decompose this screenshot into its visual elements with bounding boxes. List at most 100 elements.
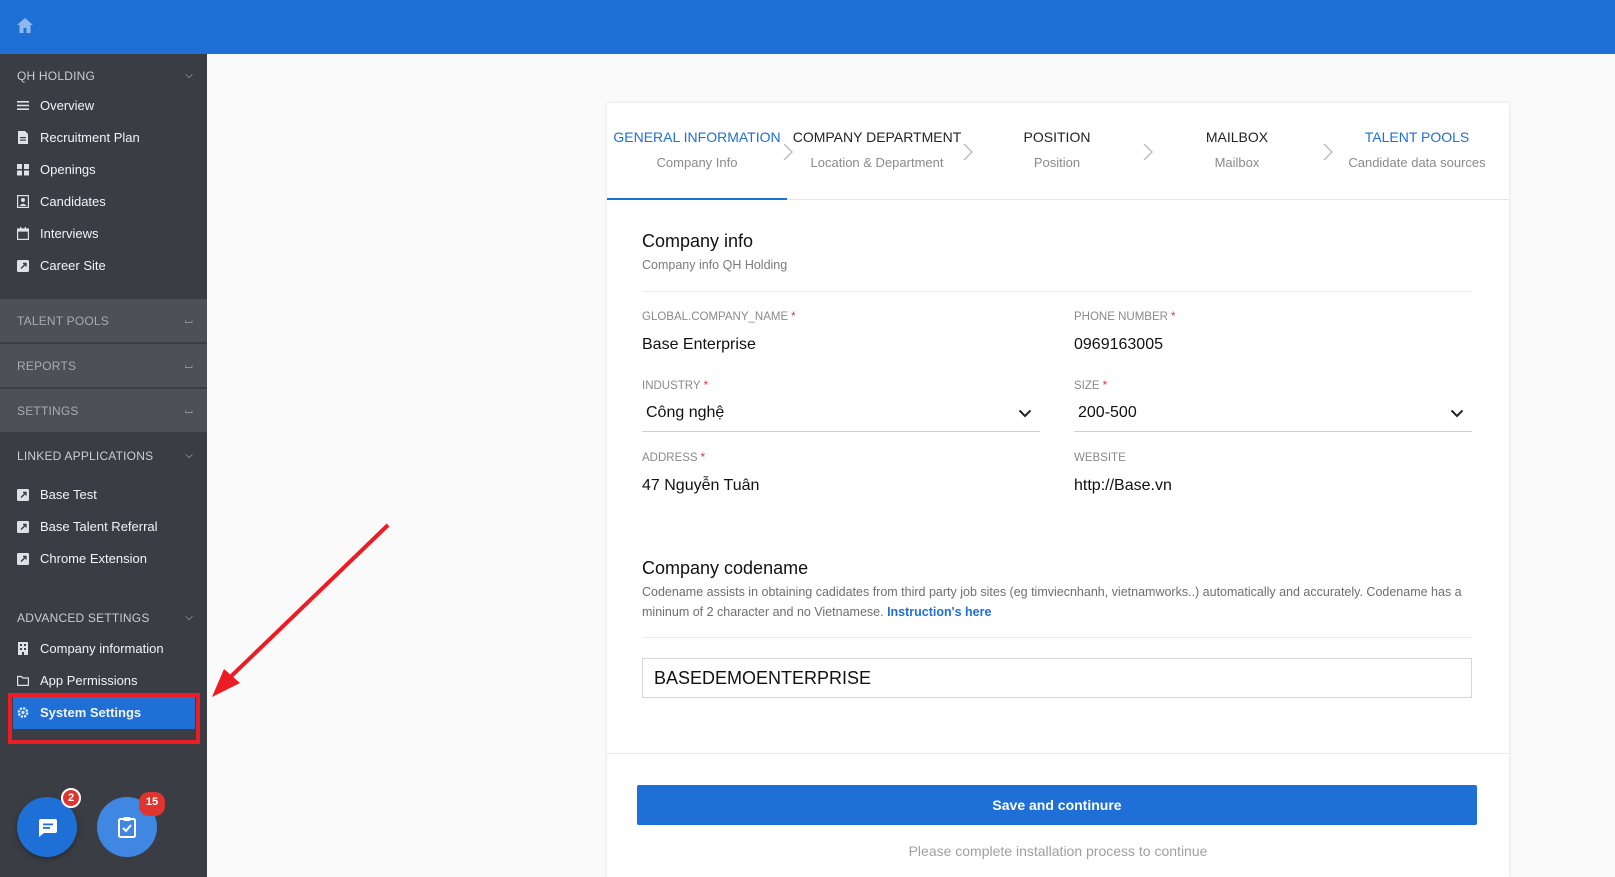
step-title: TALENT POOLS (1364, 129, 1470, 145)
required-marker: * (700, 452, 706, 464)
required-marker: * (703, 380, 709, 392)
sidebar-item-career-site[interactable]: Career Site (0, 250, 207, 282)
sidebar-item-label: Interviews (40, 226, 99, 241)
chevron-down-icon (1450, 409, 1464, 418)
sidebar-item-chrome-extension[interactable]: Chrome Extension (0, 543, 207, 575)
sidebar-section-linked-applications[interactable]: LINKED APPLICATIONS ⌵ (0, 434, 207, 478)
chevron-down-icon: ⌵ (185, 450, 193, 461)
description-text: Codename assists in obtaining cadidates … (642, 585, 1462, 619)
step-mailbox[interactable]: MAILBOX Mailbox (1147, 103, 1327, 200)
gear-icon (17, 707, 29, 718)
external-link-icon (17, 553, 29, 565)
sidebar-item-recruitment-plan[interactable]: Recruitment Plan (0, 122, 207, 154)
website-field[interactable]: http://Base.vn (1074, 477, 1172, 495)
instruction-link[interactable]: Instruction's here (887, 605, 991, 619)
website-label: WEBSITE (1074, 452, 1126, 464)
chevron-down-icon (1018, 409, 1032, 418)
divider (642, 291, 1472, 292)
section-label: ADVANCED SETTINGS (17, 611, 150, 625)
completion-note: Please complete installation process to … (908, 843, 1208, 859)
folder-icon (17, 675, 29, 686)
sidebar-item-company-information[interactable]: Company information (0, 633, 207, 665)
sidebar-item-openings[interactable]: Openings (0, 154, 207, 186)
label-text: GLOBAL.COMPANY_NAME (642, 311, 789, 323)
sidebar-item-label: Overview (40, 98, 95, 113)
phone-number-label: PHONE NUMBER * (1074, 311, 1175, 323)
sidebar-item-label: Candidates (40, 194, 106, 209)
external-link-icon (17, 489, 29, 501)
annotation-arrow (212, 523, 390, 697)
industry-select[interactable]: Công nghệ (642, 396, 1040, 432)
step-title: COMPANY DEPARTMENT (792, 129, 962, 145)
sidebar-item-label: Company information (40, 641, 164, 656)
sidebar-item-label: Base Talent Referral (40, 519, 158, 534)
size-label: SIZE * (1074, 380, 1107, 392)
step-subtitle: Location & Department (810, 155, 944, 170)
section-label: SETTINGS (17, 404, 79, 418)
sidebar-section-talent-pools[interactable]: TALENT POOLS ⌴ (0, 299, 207, 343)
step-position[interactable]: POSITION Position (967, 103, 1147, 200)
list-icon (17, 101, 29, 110)
external-link-icon (17, 260, 29, 272)
required-marker: * (1102, 380, 1108, 392)
sidebar-section-settings[interactable]: SETTINGS ⌴ (0, 389, 207, 433)
sidebar-item-system-settings[interactable]: System Settings (13, 697, 195, 729)
home-icon[interactable] (16, 17, 34, 35)
company-info-subtitle: Company info QH Holding (642, 258, 788, 272)
industry-label: INDUSTRY * (642, 380, 708, 392)
step-company-department[interactable]: COMPANY DEPARTMENT Location & Department (787, 103, 967, 200)
footer-divider (607, 753, 1509, 754)
top-bar (0, 0, 1615, 54)
tasks-badge: 15 (139, 792, 165, 816)
save-and-continue-button[interactable]: Save and continure (637, 785, 1477, 825)
grid-icon (17, 164, 29, 176)
company-codename-title: Company codename (642, 558, 809, 578)
sidebar-item-label: Career Site (40, 258, 106, 273)
sidebar-item-base-test[interactable]: Base Test (0, 479, 207, 511)
chat-badge: 2 (61, 788, 81, 808)
label-text: PHONE NUMBER (1074, 311, 1168, 323)
chevron-up-icon: ⌴ (184, 315, 193, 326)
industry-value: Công nghệ (646, 404, 725, 421)
size-select[interactable]: 200-500 (1074, 396, 1472, 432)
phone-number-field[interactable]: 0969163005 (1074, 336, 1163, 354)
chevron-up-icon: ⌴ (184, 360, 193, 371)
sidebar-item-label: Base Test (40, 487, 97, 502)
codename-input[interactable] (642, 658, 1472, 698)
sidebar-item-label: Chrome Extension (40, 551, 147, 566)
clipboard-check-icon (118, 817, 136, 838)
sidebar-item-label: App Permissions (40, 673, 138, 688)
address-field[interactable]: 47 Nguyễn Tuân (642, 477, 759, 495)
step-subtitle: Position (1033, 155, 1081, 170)
label-text: INDUSTRY (642, 380, 701, 392)
section-label: QH HOLDING (17, 69, 96, 83)
sidebar-item-overview[interactable]: Overview (0, 90, 207, 122)
building-icon (18, 642, 28, 655)
step-talent-pools[interactable]: TALENT POOLS Candidate data sources (1327, 103, 1507, 200)
divider (642, 637, 1472, 638)
step-title: MAILBOX (1205, 129, 1269, 145)
sidebar-section-reports[interactable]: REPORTS ⌴ (0, 344, 207, 388)
step-general-information[interactable]: GENERAL INFORMATION Company Info (607, 103, 787, 200)
section-label: REPORTS (17, 359, 77, 373)
chevron-up-icon: ⌴ (184, 405, 193, 416)
step-subtitle: Company Info (656, 155, 738, 170)
sidebar-item-app-permissions[interactable]: App Permissions (0, 665, 207, 697)
company-name-field[interactable]: Base Enterprise (642, 336, 756, 354)
label-text: ADDRESS (642, 452, 698, 464)
required-marker: * (1170, 311, 1176, 323)
address-label: ADDRESS * (642, 452, 705, 464)
sidebar-item-label: Recruitment Plan (40, 130, 140, 145)
setup-card: GENERAL INFORMATION Company Info COMPANY… (607, 103, 1509, 877)
section-label: LINKED APPLICATIONS (17, 449, 154, 463)
sidebar-item-interviews[interactable]: Interviews (0, 218, 207, 250)
candidate-icon (17, 195, 29, 208)
label-text: SIZE (1074, 380, 1100, 392)
sidebar-item-base-talent-referral[interactable]: Base Talent Referral (0, 511, 207, 543)
setup-steps: GENERAL INFORMATION Company Info COMPANY… (607, 103, 1509, 200)
sidebar-item-candidates[interactable]: Candidates (0, 186, 207, 218)
calendar-icon (17, 227, 29, 240)
step-subtitle: Mailbox (1214, 155, 1260, 170)
step-title: POSITION (1023, 129, 1091, 145)
company-name-label: GLOBAL.COMPANY_NAME * (642, 311, 796, 323)
